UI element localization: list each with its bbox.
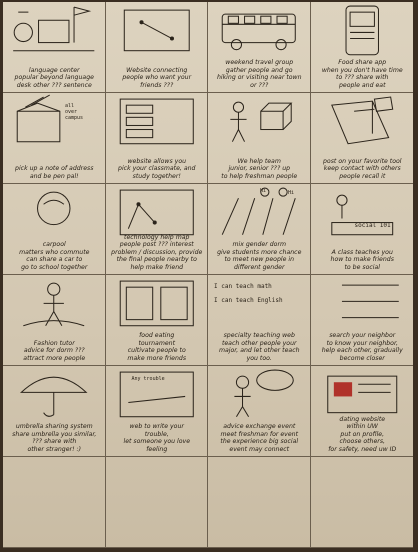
idea-cell-umbrella: umbrella sharing system share umbrella y… <box>3 366 106 457</box>
map-sketch <box>119 189 194 236</box>
idea-caption: web to write your trouble, let someone y… <box>123 423 191 453</box>
carpool-sketch <box>37 191 71 226</box>
idea-caption: dating website within UW put on profile,… <box>328 415 397 453</box>
idea-cell-pen-pal: all over campus pick up a note of addres… <box>3 93 106 184</box>
dating-profile-sketch <box>326 375 397 414</box>
teach-option-2: I can teach English <box>214 297 283 304</box>
idea-cell-help-map: technology help map people post ??? inte… <box>105 184 208 275</box>
tournament-sketch <box>119 280 194 327</box>
book-sketch <box>330 96 393 145</box>
idea-caption: A class teaches you how to make friends … <box>330 248 394 271</box>
idea-cell-mixed-dorm: Hi Hi mix gender dorm give students more… <box>208 184 311 275</box>
idea-note: all over campus <box>65 103 84 121</box>
fashion-sketch <box>23 282 85 327</box>
idea-cell-language-center: language center popular beyond language … <box>3 2 106 93</box>
idea-caption: website allows you pick your classmate, … <box>118 157 196 180</box>
idea-cell-blank <box>105 457 208 548</box>
idea-caption: search your neighbor to know your neighb… <box>321 332 403 362</box>
umbrella-sketch <box>20 376 88 417</box>
idea-grid: language center popular beyond language … <box>3 2 413 548</box>
speech-bubble-text: Hi <box>288 190 295 196</box>
idea-cell-food-tournament: food eating tournament cultivate people … <box>105 275 208 366</box>
classroom-sketch <box>330 194 393 236</box>
idea-cell-food-share: Food share app when you don't have time … <box>310 2 413 93</box>
idea-cell-teaching-web: I can teach math I can teach English spe… <box>208 275 311 366</box>
idea-caption: advice exchange event meet freshman for … <box>220 423 299 453</box>
dorm-sketch <box>221 187 296 235</box>
idea-cell-dating: dating website within UW put on profile,… <box>310 366 413 457</box>
idea-caption: We help team junior, senior ??? up to he… <box>221 157 298 180</box>
mailbox-sketch <box>16 94 61 143</box>
idea-cell-neighbor: search your neighbor to know your neighb… <box>310 275 413 366</box>
speech-bubble-text: Hi <box>260 188 267 194</box>
idea-cell-team-help: We help team junior, senior ??? up to he… <box>208 93 311 184</box>
idea-caption: specialty teaching web teach other peopl… <box>218 332 300 362</box>
blackboard-text: social 101 <box>354 222 391 229</box>
idea-caption: post on your favorite tool keep contact … <box>323 157 402 180</box>
idea-cell-travel-group: weekend travel group gather people and g… <box>208 2 311 93</box>
idea-cell-favorite-tool: post on your favorite tool keep contact … <box>310 93 413 184</box>
idea-caption: umbrella sharing system share umbrella y… <box>12 423 97 453</box>
idea-cell-advice-exchange: advice exchange event meet freshman for … <box>208 366 311 457</box>
sketch-paper: language center popular beyond language … <box>3 2 413 548</box>
idea-caption: technology help map people post ??? inte… <box>111 233 203 271</box>
idea-caption: language center popular beyond language … <box>14 66 94 89</box>
team-help-sketch <box>230 101 293 142</box>
study-partner-sketch <box>119 98 194 145</box>
idea-cell-blank <box>208 457 311 548</box>
idea-cell-social-class: social 101 A class teaches you how to ma… <box>310 184 413 275</box>
idea-caption: Website connecting people who want your … <box>122 66 192 89</box>
idea-caption: Fashion tutor advice for dorm ??? attrac… <box>23 339 86 362</box>
bus-sketch <box>221 13 296 51</box>
idea-cell-trouble-web: Any trouble web to write your trouble, l… <box>105 366 208 457</box>
idea-caption: carpool matters who commute can share a … <box>19 241 90 271</box>
idea-caption: weekend travel group gather people and g… <box>216 59 302 89</box>
idea-caption: food eating tournament cultivate people … <box>127 332 187 362</box>
advice-sketch <box>234 369 294 417</box>
neighbor-sketch <box>341 284 399 319</box>
idea-cell-friend-website: Website connecting people who want your … <box>105 2 208 93</box>
teach-option-1: I can teach math <box>214 283 272 290</box>
idea-cell-blank <box>310 457 413 548</box>
idea-cell-fashion-tutor: Fashion tutor advice for dorm ??? attrac… <box>3 275 106 366</box>
phone-sketch <box>345 5 379 56</box>
trouble-prompt: Any trouble <box>131 376 165 382</box>
idea-cell-blank <box>3 457 106 548</box>
idea-cell-study-partner: website allows you pick your classmate, … <box>105 93 208 184</box>
friend-website-sketch <box>123 9 190 52</box>
idea-caption: Food share app when you don't have time … <box>321 59 403 89</box>
idea-caption: mix gender dorm give students more chanc… <box>217 241 302 271</box>
trouble-web-sketch <box>119 371 194 418</box>
idea-caption: pick up a note of address and be pen pal… <box>15 165 94 180</box>
language-center-sketch <box>13 6 95 52</box>
idea-cell-carpool: carpool matters who commute can share a … <box>3 184 106 275</box>
